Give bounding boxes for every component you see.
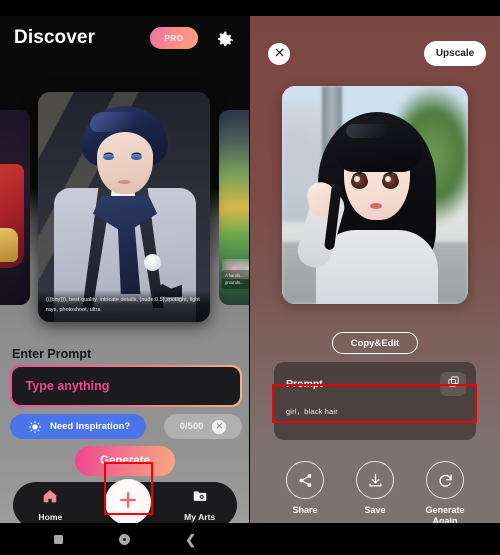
status-bar-right (250, 0, 500, 16)
create-fab[interactable] (105, 479, 151, 523)
status-bar-left (0, 0, 250, 16)
nav-item-my-arts-label: My Arts (184, 512, 216, 522)
generate-again-label: Generate Again (425, 505, 465, 523)
generate-again-button[interactable]: Generate Again (414, 461, 476, 523)
pro-badge[interactable]: PRO (150, 27, 198, 49)
nav-item-home-label: Home (38, 512, 63, 522)
discover-screen: A hands... grounds... (((boy))), best qu… (0, 0, 250, 555)
download-icon (356, 461, 394, 499)
carousel-card-next[interactable]: A hands... grounds... (219, 110, 250, 305)
share-icon (286, 461, 324, 499)
prompt-value-field[interactable]: girl，black hair (286, 406, 338, 417)
copy-prompt-button[interactable] (440, 372, 466, 396)
page-title: Discover (14, 27, 96, 48)
chevron-left-icon[interactable]: ❮ (185, 533, 196, 546)
prompt-card: Prompt girl，black hair (274, 362, 476, 440)
result-screen: Upscale Copy&Edit Prompt girl，black hair… (250, 0, 500, 555)
character-counter-chip: 0/500 ✕ (164, 414, 242, 439)
generated-image[interactable] (282, 86, 468, 304)
lightbulb-icon (28, 420, 42, 434)
carousel-card-active[interactable]: (((boy))), best quality, intricate detai… (38, 92, 210, 322)
copy-icon (447, 375, 460, 393)
discover-carousel[interactable]: A hands... grounds... (((boy))), best qu… (0, 84, 250, 324)
artwork-girl (282, 86, 468, 304)
carousel-card-previous[interactable] (0, 110, 30, 305)
share-button[interactable]: Share (274, 461, 336, 523)
character-counter: 0/500 (179, 421, 204, 432)
discover-body: A hands... grounds... (((boy))), best qu… (0, 16, 250, 523)
prompt-card-title: Prompt (286, 378, 323, 390)
need-inspiration-label: Need Inspiration? (50, 421, 131, 432)
folder-photo-icon (192, 488, 208, 509)
clear-prompt-icon[interactable]: ✕ (212, 419, 227, 434)
nav-item-my-arts[interactable]: My Arts (162, 488, 237, 522)
prompt-input[interactable]: Type anything (10, 365, 242, 407)
gear-icon[interactable] (214, 27, 236, 49)
share-label: Share (292, 505, 318, 515)
card-artwork-red (0, 110, 30, 305)
save-label: Save (364, 505, 386, 515)
card-artwork-boy (38, 92, 210, 322)
close-icon (274, 45, 285, 63)
square-icon[interactable] (53, 534, 63, 544)
copy-and-edit-button[interactable]: Copy&Edit (332, 332, 418, 354)
carousel-card-next-caption: A hands... grounds... (222, 269, 250, 289)
circle-icon[interactable] (118, 533, 130, 545)
result-body: Upscale Copy&Edit Prompt girl，black hair… (250, 16, 500, 523)
need-inspiration-button[interactable]: Need Inspiration? (10, 414, 146, 439)
discover-header: Discover PRO (0, 16, 250, 60)
app-screenshot: A hands... grounds... (((boy))), best qu… (0, 0, 500, 555)
generate-button[interactable]: Generate (75, 446, 175, 476)
save-button[interactable]: Save (344, 461, 406, 523)
prompt-input-placeholder: Type anything (25, 379, 110, 393)
nav-item-home[interactable]: Home (13, 488, 88, 522)
home-icon (42, 488, 58, 509)
plus-icon (117, 489, 139, 516)
upscale-button[interactable]: Upscale (424, 41, 486, 66)
panel-divider (249, 0, 250, 555)
system-navigation-left: ❮ (0, 523, 250, 555)
enter-prompt-label: Enter Prompt (12, 347, 92, 361)
result-actions: Share Save Generate Again (274, 461, 476, 523)
refresh-icon (426, 461, 464, 499)
carousel-card-active-caption: (((boy))), best quality, intricate detai… (38, 290, 210, 322)
close-button[interactable] (268, 43, 290, 65)
